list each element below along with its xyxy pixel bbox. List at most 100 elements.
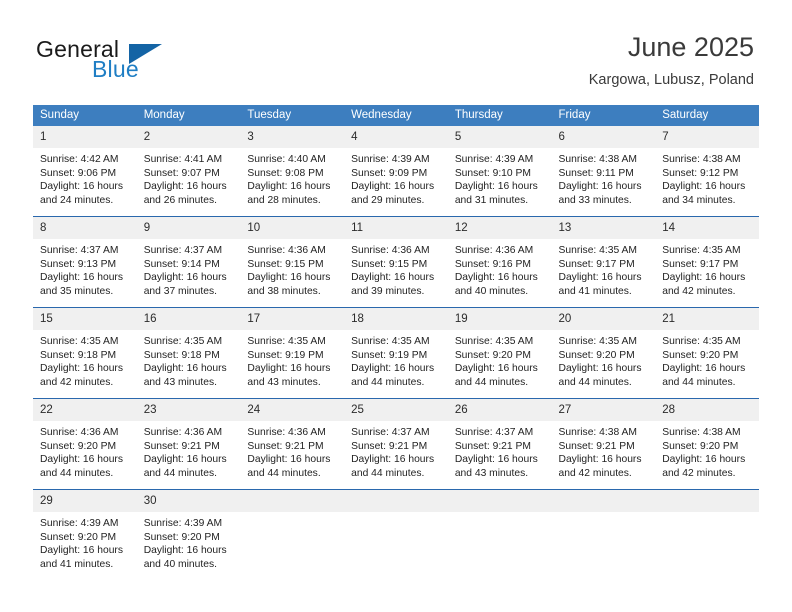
- calendar-day-cell[interactable]: 9 Sunrise: 4:37 AM Sunset: 9:14 PM Daylight…: [136, 216, 241, 308]
- calendar-day-cell[interactable]: 8 Sunrise: 4:37 AM Sunset: 9:13 PM Daylight…: [33, 216, 137, 308]
- calendar-day-cell[interactable]: 25 Sunrise: 4:37 AM Sunset: 9:21 PM Dayligh…: [344, 398, 448, 490]
- daylight-duration-line1: Daylight: 16 hours: [143, 181, 227, 193]
- calendar-day-cell[interactable]: 12 Sunrise: 4:36 AM Sunset: 9:16 PM Dayligh…: [447, 216, 552, 308]
- day-sun-info: Sunrise: 4:38 AM Sunset: 9:11 PM Daylight:…: [552, 148, 656, 207]
- day-sun-info: Sunrise: 4:40 AM Sunset: 9:08 PM Daylight:…: [240, 148, 344, 207]
- day-sun-info: Sunrise: 4:36 AM Sunset: 9:20 PM Daylight:…: [33, 421, 137, 480]
- calendar-day-cell[interactable]: 17 Sunrise: 4:35 AM Sunset: 9:19 PM Dayligh…: [240, 307, 345, 399]
- calendar-day-cell[interactable]: 7 Sunrise: 4:38 AM Sunset: 9:12 PM Daylight…: [655, 126, 759, 217]
- calendar-day-cell[interactable]: 19 Sunrise: 4:35 AM Sunset: 9:20 PM Dayligh…: [447, 307, 552, 399]
- day-number: 28: [655, 399, 759, 421]
- daylight-duration-line2: and 35 minutes.: [40, 285, 114, 297]
- daylight-duration-line1: Daylight: 16 hours: [247, 181, 331, 193]
- calendar-day-cell[interactable]: 10 Sunrise: 4:36 AM Sunset: 9:15 PM Dayligh…: [240, 216, 345, 308]
- sunrise-time: Sunrise: 4:36 AM: [454, 245, 534, 256]
- general-blue-logo[interactable]: General Blue: [36, 36, 216, 86]
- sunrise-time: Sunrise: 4:39 AM: [40, 518, 119, 529]
- sunrise-time: Sunrise: 4:35 AM: [454, 336, 534, 347]
- daylight-duration-line2: and 28 minutes.: [247, 194, 321, 206]
- calendar-page: General Blue June 2025 Kargowa, Lubusz, …: [0, 0, 792, 612]
- calendar-day-cell[interactable]: 28 Sunrise: 4:38 AM Sunset: 9:20 PM Dayligh…: [655, 398, 759, 490]
- daylight-duration-line1: Daylight: 16 hours: [143, 454, 227, 466]
- day-sun-info: Sunrise: 4:35 AM Sunset: 9:20 PM Daylight:…: [448, 330, 552, 389]
- calendar-week-row: 15 Sunrise: 4:35 AM Sunset: 9:18 PM Dayligh…: [33, 307, 759, 399]
- calendar-day-cell[interactable]: 23 Sunrise: 4:36 AM Sunset: 9:21 PM Dayligh…: [136, 398, 241, 490]
- sunset-time: Sunset: 9:07 PM: [143, 167, 220, 179]
- sunrise-time: Sunrise: 4:37 AM: [143, 245, 223, 256]
- calendar-day-cell[interactable]: 20 Sunrise: 4:35 AM Sunset: 9:20 PM Dayligh…: [551, 307, 656, 399]
- daylight-duration-line2: and 44 minutes.: [247, 467, 321, 479]
- sunrise-time: Sunrise: 4:37 AM: [351, 427, 430, 438]
- sunrise-time: Sunrise: 4:38 AM: [558, 427, 637, 438]
- weekday-header-wednesday: Wednesday: [344, 105, 448, 126]
- calendar-day-cell[interactable]: 14 Sunrise: 4:35 AM Sunset: 9:17 PM Dayligh…: [655, 216, 759, 308]
- day-number: 17: [240, 308, 345, 330]
- weekday-header-monday: Monday: [136, 105, 241, 126]
- weekday-header-sunday: Sunday: [33, 105, 137, 126]
- calendar-day-cell[interactable]: 22 Sunrise: 4:36 AM Sunset: 9:20 PM Dayligh…: [33, 398, 137, 490]
- calendar-day-cell[interactable]: 5 Sunrise: 4:39 AM Sunset: 9:10 PM Daylight…: [447, 126, 552, 217]
- sunrise-time: Sunrise: 4:38 AM: [662, 427, 741, 438]
- day-number: 27: [551, 399, 656, 421]
- calendar-day-cell[interactable]: 27 Sunrise: 4:38 AM Sunset: 9:21 PM Dayligh…: [551, 398, 656, 490]
- sunset-time: Sunset: 9:21 PM: [351, 440, 428, 452]
- calendar-day-cell[interactable]: 11 Sunrise: 4:36 AM Sunset: 9:15 PM Dayligh…: [344, 216, 448, 308]
- sunset-time: Sunset: 9:21 PM: [454, 440, 531, 452]
- day-number: 2: [136, 126, 241, 148]
- page-header: General Blue June 2025 Kargowa, Lubusz, …: [0, 0, 792, 100]
- calendar-day-cell[interactable]: 30 Sunrise: 4:39 AM Sunset: 9:20 PM Dayligh…: [136, 489, 241, 580]
- daylight-duration-line1: Daylight: 16 hours: [40, 363, 123, 375]
- sunrise-time: Sunrise: 4:35 AM: [662, 245, 741, 256]
- sunrise-time: Sunrise: 4:36 AM: [247, 245, 326, 256]
- calendar-day-cell[interactable]: 21 Sunrise: 4:35 AM Sunset: 9:20 PM Dayligh…: [655, 307, 759, 399]
- sunrise-time: Sunrise: 4:36 AM: [351, 245, 430, 256]
- daylight-duration-line2: and 38 minutes.: [247, 285, 321, 297]
- calendar-day-cell[interactable]: 15 Sunrise: 4:35 AM Sunset: 9:18 PM Dayligh…: [33, 307, 137, 399]
- daylight-duration-line2: and 43 minutes.: [454, 467, 529, 479]
- calendar-day-cell[interactable]: 29 Sunrise: 4:39 AM Sunset: 9:20 PM Dayligh…: [33, 489, 137, 580]
- daylight-duration-line2: and 43 minutes.: [143, 376, 217, 388]
- calendar-day-cell[interactable]: 13 Sunrise: 4:35 AM Sunset: 9:17 PM Dayligh…: [551, 216, 656, 308]
- sunset-time: Sunset: 9:12 PM: [662, 167, 739, 179]
- calendar-day-cell[interactable]: 16 Sunrise: 4:35 AM Sunset: 9:18 PM Dayligh…: [136, 307, 241, 399]
- calendar-day-cell[interactable]: 26 Sunrise: 4:37 AM Sunset: 9:21 PM Dayligh…: [447, 398, 552, 490]
- day-number: 16: [136, 308, 241, 330]
- day-sun-info: Sunrise: 4:39 AM Sunset: 9:20 PM Daylight:…: [137, 512, 241, 571]
- day-sun-info: Sunrise: 4:36 AM Sunset: 9:21 PM Daylight:…: [137, 421, 241, 480]
- day-number: 25: [344, 399, 448, 421]
- daylight-duration-line1: Daylight: 16 hours: [40, 181, 123, 193]
- sunset-time: Sunset: 9:20 PM: [662, 440, 739, 452]
- day-sun-info: Sunrise: 4:39 AM Sunset: 9:09 PM Daylight:…: [344, 148, 448, 207]
- day-number: [447, 490, 552, 512]
- daylight-duration-line1: Daylight: 16 hours: [40, 454, 123, 466]
- daylight-duration-line1: Daylight: 16 hours: [558, 363, 642, 375]
- calendar-day-cell[interactable]: 24 Sunrise: 4:36 AM Sunset: 9:21 PM Dayligh…: [240, 398, 345, 490]
- calendar-day-cell[interactable]: 4 Sunrise: 4:39 AM Sunset: 9:09 PM Daylight…: [344, 126, 448, 217]
- daylight-duration-line2: and 43 minutes.: [247, 376, 321, 388]
- calendar-day-cell[interactable]: 6 Sunrise: 4:38 AM Sunset: 9:11 PM Daylight…: [551, 126, 656, 217]
- calendar-day-cell[interactable]: 2 Sunrise: 4:41 AM Sunset: 9:07 PM Daylight…: [136, 126, 241, 217]
- day-number: 11: [344, 217, 448, 239]
- day-number: [344, 490, 448, 512]
- calendar-day-cell[interactable]: 1 Sunrise: 4:42 AM Sunset: 9:06 PM Daylight…: [33, 126, 137, 217]
- daylight-duration-line1: Daylight: 16 hours: [662, 363, 746, 375]
- day-sun-info: Sunrise: 4:35 AM Sunset: 9:19 PM Daylight:…: [344, 330, 448, 389]
- day-number: 24: [240, 399, 345, 421]
- calendar-day-cell[interactable]: 18 Sunrise: 4:35 AM Sunset: 9:19 PM Dayligh…: [344, 307, 448, 399]
- sunset-time: Sunset: 9:21 PM: [558, 440, 635, 452]
- calendar-day-cell[interactable]: 3 Sunrise: 4:40 AM Sunset: 9:08 PM Daylight…: [240, 126, 345, 217]
- sunset-time: Sunset: 9:10 PM: [454, 167, 531, 179]
- sunrise-time: Sunrise: 4:36 AM: [247, 427, 326, 438]
- day-number: 18: [344, 308, 448, 330]
- day-sun-info: Sunrise: 4:35 AM Sunset: 9:19 PM Daylight:…: [240, 330, 344, 389]
- daylight-duration-line1: Daylight: 16 hours: [351, 181, 435, 193]
- day-sun-info: Sunrise: 4:42 AM Sunset: 9:06 PM Daylight:…: [33, 148, 137, 207]
- day-number: [655, 490, 759, 512]
- calendar-week-row: 8 Sunrise: 4:37 AM Sunset: 9:13 PM Daylight…: [33, 216, 759, 308]
- daylight-duration-line2: and 44 minutes.: [351, 376, 425, 388]
- sunset-time: Sunset: 9:11 PM: [558, 167, 634, 179]
- daylight-duration-line2: and 42 minutes.: [558, 467, 632, 479]
- sunrise-time: Sunrise: 4:35 AM: [558, 336, 637, 347]
- sunset-time: Sunset: 9:21 PM: [143, 440, 220, 452]
- sunset-time: Sunset: 9:19 PM: [351, 349, 428, 361]
